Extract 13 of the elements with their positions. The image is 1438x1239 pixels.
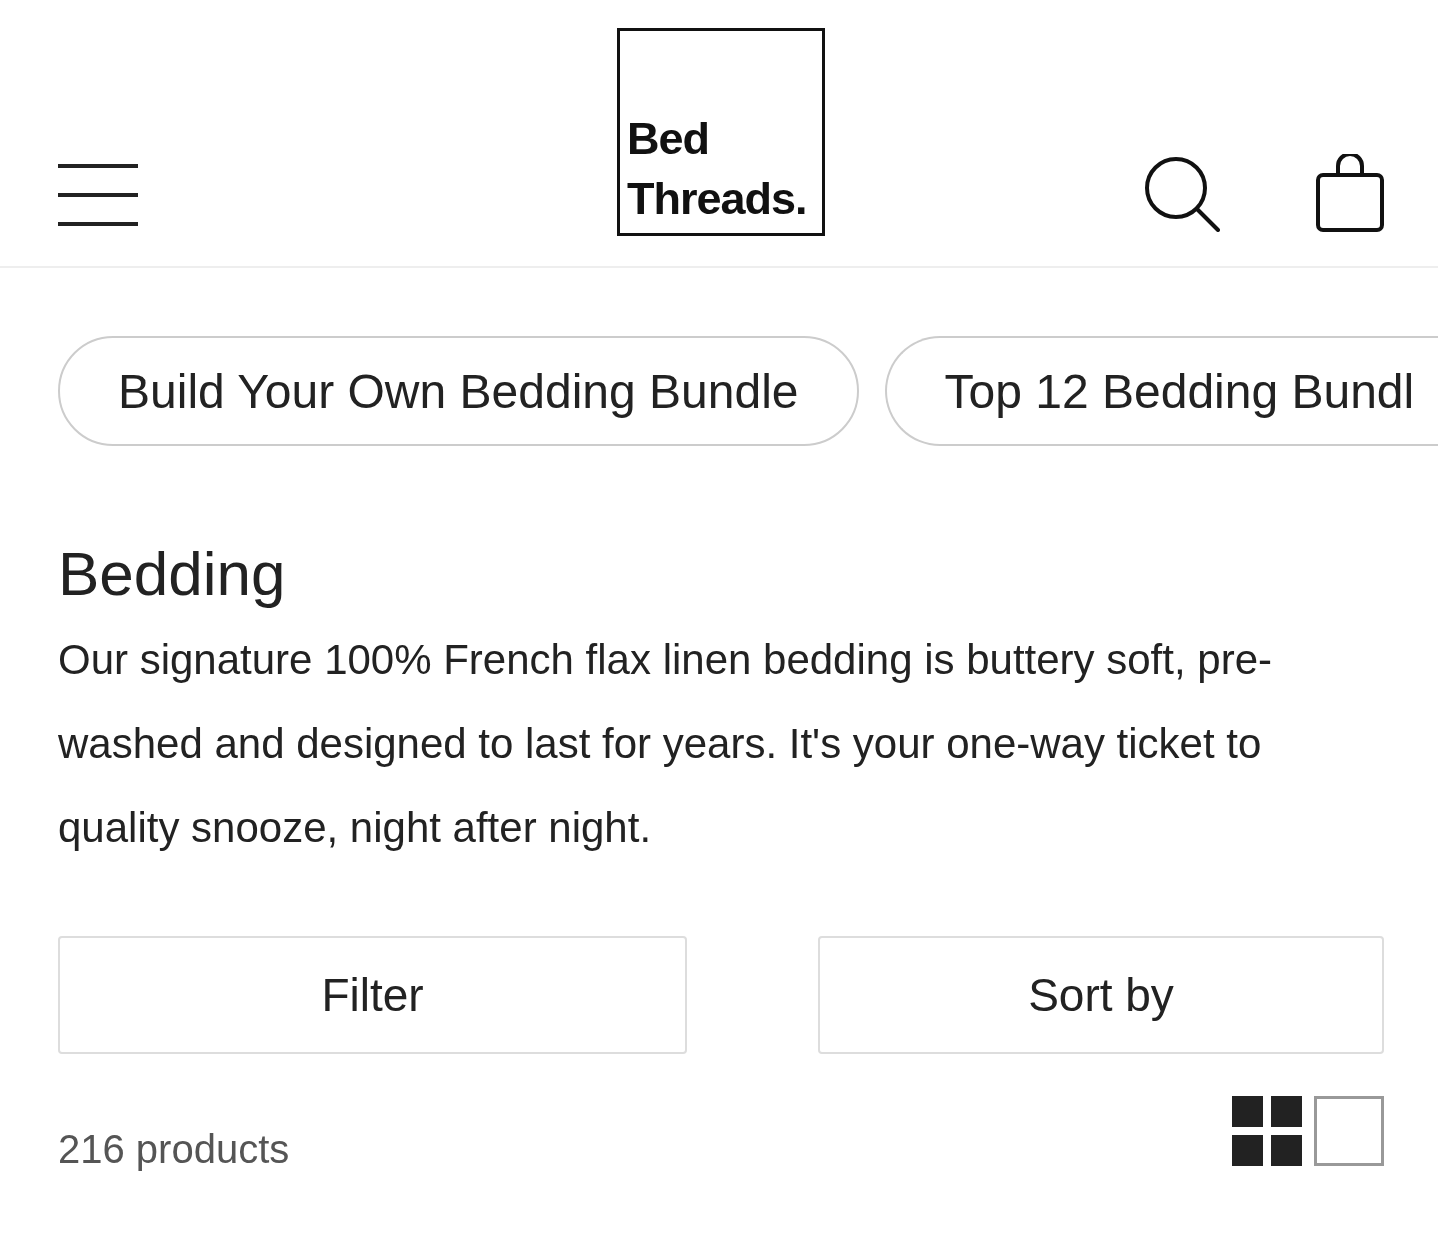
shopping-bag-icon[interactable]: [1316, 154, 1384, 232]
product-count: 216 products: [58, 1126, 290, 1173]
single-view-icon[interactable]: [1314, 1096, 1384, 1166]
menu-icon[interactable]: [58, 164, 138, 226]
search-icon[interactable]: [1144, 156, 1220, 232]
grid-view-icon[interactable]: [1232, 1096, 1302, 1166]
category-chip[interactable]: Top 12 Bedding Bundl: [884, 336, 1438, 446]
collection-description: Our signature 100% French flax linen bedding is buttery soft, pre-washed and designed to last for years. It's your one-way ticket to quality snooze, night after night.: [58, 635, 1273, 853]
filter-button[interactable]: Filter: [58, 936, 687, 1054]
category-chip[interactable]: Build Your Own Bedding Bundle: [58, 336, 859, 446]
sort-button[interactable]: Sort by: [818, 936, 1384, 1054]
logo[interactable]: Bed Threads.: [617, 28, 825, 236]
collection-title: Bedding: [58, 538, 287, 610]
